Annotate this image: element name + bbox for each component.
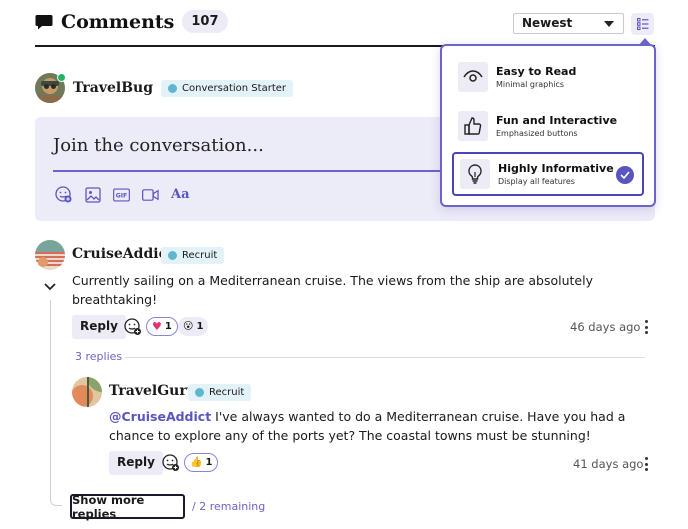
comment-author-name[interactable]: CruiseAddict: [72, 246, 174, 262]
reaction-count: 1: [205, 457, 213, 468]
text-format-icon[interactable]: Aa: [171, 187, 190, 202]
menu-item-easy-to-read[interactable]: Easy to Read Minimal graphics: [452, 55, 644, 99]
user-badge-label: Recruit: [209, 387, 245, 398]
menu-item-subtitle: Minimal graphics: [496, 80, 565, 89]
image-icon[interactable]: [84, 186, 101, 203]
badge-dot-icon: [195, 388, 204, 397]
menu-item-subtitle: Emphasized buttons: [496, 129, 578, 138]
reaction-count: 1: [164, 321, 172, 332]
more-options-icon[interactable]: [644, 320, 648, 334]
add-reaction-icon[interactable]: [124, 318, 142, 336]
list-settings-icon: [636, 18, 648, 30]
gif-label: GIF: [116, 192, 128, 199]
comments-header: Comments 107 Newest: [35, 8, 655, 46]
avatar[interactable]: [35, 240, 65, 270]
reply-timestamp: 41 days ago: [573, 457, 644, 471]
reply-body: @CruiseAddict I've always wanted to do a…: [109, 407, 649, 445]
more-options-icon[interactable]: [644, 457, 648, 471]
eye-icon: [458, 62, 488, 92]
user-badge: Recruit: [188, 384, 252, 401]
comment-count-badge: 107: [182, 10, 228, 33]
user-badge: Recruit: [161, 247, 225, 264]
reaction-count: 1: [196, 321, 204, 332]
collapse-chevron-icon[interactable]: [44, 283, 56, 291]
composer-input[interactable]: Join the conversation...: [53, 135, 264, 156]
badge-dot-icon: [168, 251, 177, 260]
surprised-face-icon: 😮: [183, 321, 194, 332]
replies-divider: [125, 357, 645, 358]
emoji-icon[interactable]: [55, 186, 72, 203]
chevron-down-icon: [604, 21, 614, 27]
menu-item-fun-and-interactive[interactable]: Fun and Interactive Emphasized buttons: [452, 104, 644, 148]
comment-timestamp: 46 days ago: [570, 320, 641, 334]
remaining-replies-label: / 2 remaining: [192, 500, 266, 513]
page-title: Comments: [61, 10, 175, 33]
sort-select[interactable]: Newest: [513, 13, 624, 34]
comment-author-name[interactable]: TravelGuru: [109, 383, 197, 399]
thumbs-up-icon: [458, 111, 488, 141]
menu-item-title: Highly Informative: [498, 162, 614, 175]
view-mode-menu: Easy to Read Minimal graphics Fun and In…: [440, 38, 656, 207]
online-status-dot: [57, 73, 66, 82]
comments-title-group: Comments 107: [35, 10, 228, 33]
current-user-avatar-wrap: [35, 73, 66, 103]
thread-hook: [50, 488, 62, 506]
user-badge: Conversation Starter: [161, 79, 293, 97]
menu-item-title: Easy to Read: [496, 65, 577, 78]
abstract-avatar-image: [35, 240, 65, 270]
mention-link[interactable]: @CruiseAddict: [109, 409, 211, 424]
video-icon[interactable]: [142, 186, 159, 203]
composer-toolbar: GIF Aa: [55, 186, 190, 203]
reply-button[interactable]: Reply: [109, 451, 163, 475]
current-user-row: TravelBug Conversation Starter: [35, 73, 293, 103]
abstract-avatar-image: [72, 377, 102, 407]
checkmark-icon: [616, 166, 634, 184]
lightbulb-icon: [460, 159, 490, 189]
menu-item-highly-informative[interactable]: Highly Informative Display all features: [452, 152, 644, 196]
menu-caret: [638, 38, 652, 46]
show-more-replies-button[interactable]: Show more replies: [70, 493, 185, 521]
add-reaction-icon[interactable]: [162, 454, 180, 472]
menu-item-title: Fun and Interactive: [496, 114, 618, 127]
comment-body: Currently sailing on a Mediterranean cru…: [72, 273, 593, 307]
menu-item-subtitle: Display all features: [498, 177, 575, 186]
thumbs-up-icon: 👍: [190, 457, 203, 468]
user-badge-label: Conversation Starter: [182, 82, 286, 94]
reply-button[interactable]: Reply: [72, 315, 126, 339]
sort-selected-value: Newest: [522, 16, 573, 30]
view-settings-button[interactable]: [631, 13, 654, 35]
avatar[interactable]: [72, 377, 102, 407]
thread-line: [50, 300, 51, 488]
user-badge-label: Recruit: [182, 250, 218, 261]
speech-bubble-icon: [35, 14, 53, 29]
badge-dot-icon: [168, 83, 178, 93]
gif-icon[interactable]: GIF: [113, 186, 130, 203]
current-user-name[interactable]: TravelBug: [73, 80, 153, 96]
reaction-heart[interactable]: ♥ 1: [146, 317, 178, 336]
reaction-thumbs-up[interactable]: 👍 1: [184, 453, 219, 472]
replies-count-label[interactable]: 3 replies: [75, 350, 122, 363]
reaction-surprised[interactable]: 😮 1: [178, 317, 209, 336]
heart-icon: ♥: [152, 320, 162, 333]
